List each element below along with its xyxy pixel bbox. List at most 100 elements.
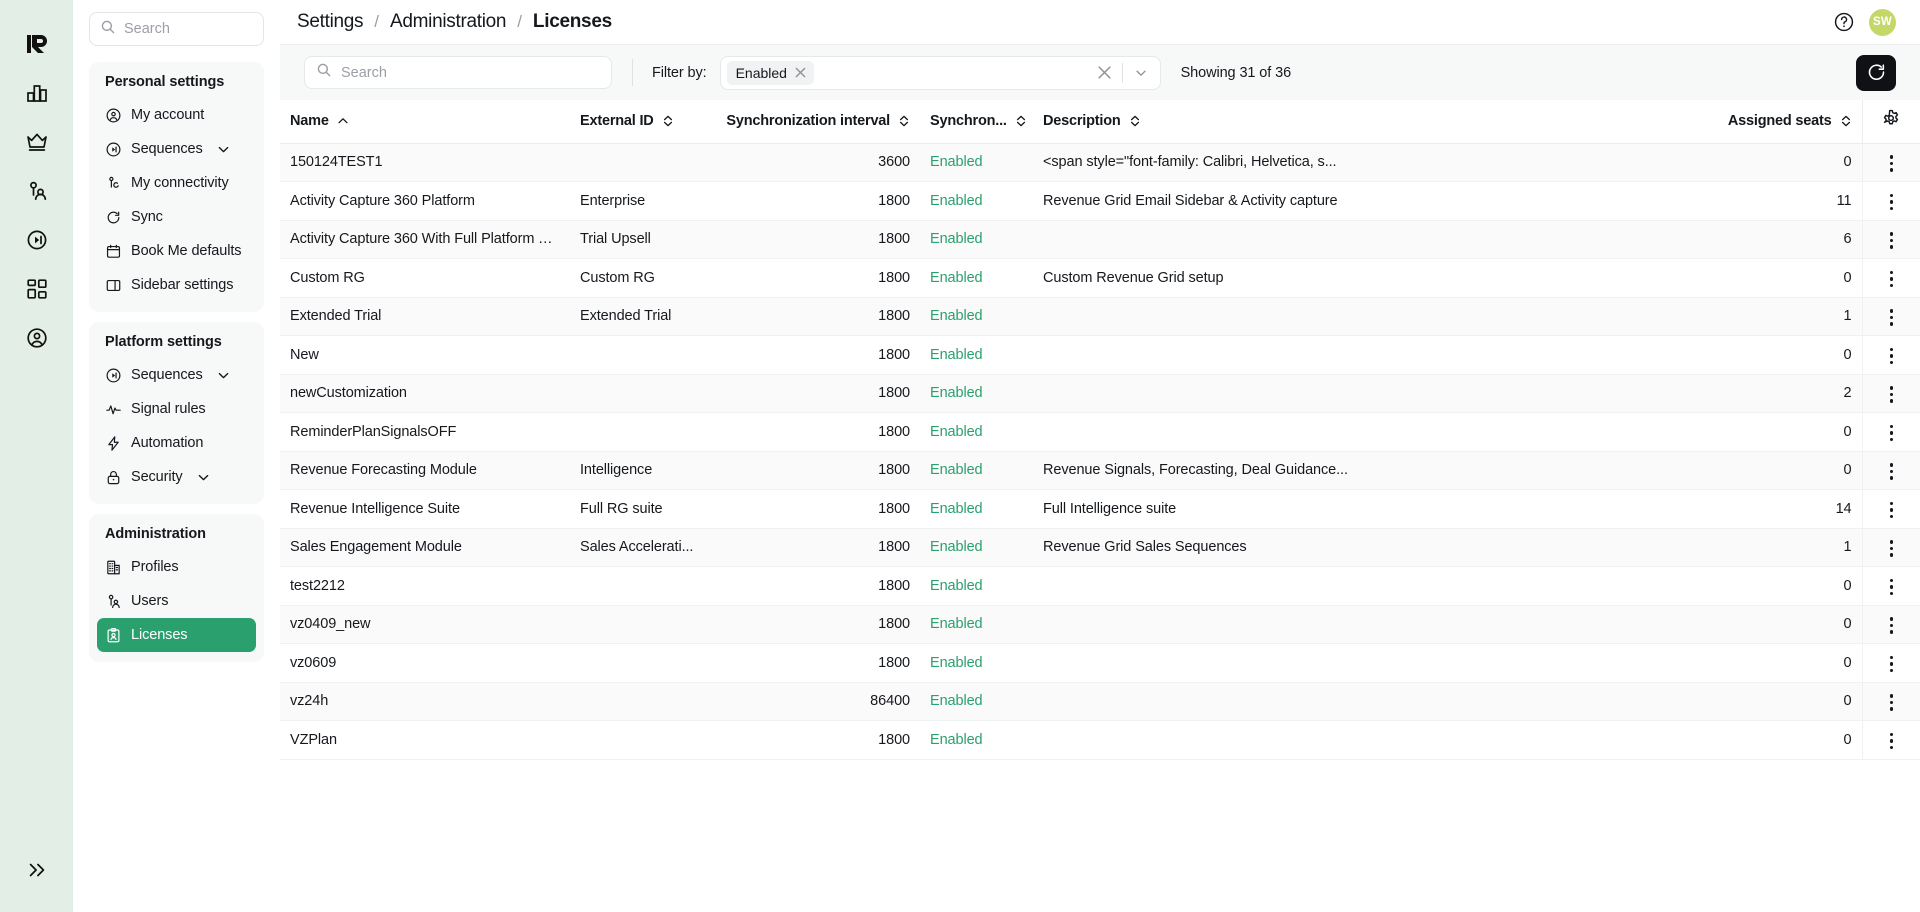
sidebar-item-label: Sidebar settings — [131, 277, 234, 293]
sidebar-item-label: My connectivity — [131, 175, 229, 191]
cell-name: test2212 — [280, 566, 570, 606]
kebab-menu-icon[interactable] — [1876, 380, 1907, 408]
table-row[interactable]: test2212 1800 Enabled 0 — [280, 566, 1920, 606]
kebab-menu-icon[interactable] — [1876, 226, 1907, 254]
table-row[interactable]: ReminderPlanSignalsOFF 1800 Enabled 0 — [280, 412, 1920, 452]
kebab-menu-icon[interactable] — [1876, 573, 1907, 601]
sort-icon[interactable] — [898, 114, 910, 128]
sidebar-item-sequences[interactable]: Sequences — [97, 358, 256, 392]
help-circle-icon[interactable] — [1833, 11, 1855, 33]
people-icon[interactable] — [15, 169, 59, 213]
cell-name: Activity Capture 360 Platform — [280, 181, 570, 221]
kebab-menu-icon[interactable] — [1876, 419, 1907, 447]
table-row[interactable]: 150124TEST1 3600 Enabled <span style="font-… — [280, 143, 1920, 182]
sidebar-search-input[interactable] — [124, 21, 253, 37]
sidebar-item-users[interactable]: Users — [97, 584, 256, 618]
user-circle-icon — [105, 107, 122, 124]
sidebar-item-sidebar-settings[interactable]: Sidebar settings — [97, 268, 256, 302]
analytics-icon[interactable] — [15, 71, 59, 115]
row-actions-cell — [1861, 528, 1920, 567]
sidebar-item-label: Sequences — [131, 141, 203, 157]
sidebar-item-signal-rules[interactable]: Signal rules — [97, 392, 256, 426]
apps-icon[interactable] — [15, 267, 59, 311]
sidebar-item-my-account[interactable]: My account — [97, 98, 256, 132]
cell-ext — [570, 605, 705, 644]
sidebar-item-security[interactable]: Security — [97, 460, 256, 494]
kebab-menu-icon[interactable] — [1876, 727, 1907, 755]
clear-filters-icon[interactable] — [1091, 65, 1118, 80]
kebab-menu-icon[interactable] — [1876, 457, 1907, 485]
kebab-menu-icon[interactable] — [1876, 496, 1907, 524]
kebab-menu-icon[interactable] — [1876, 149, 1907, 177]
chevron-down-icon[interactable] — [216, 142, 231, 157]
breadcrumb-item-administration[interactable]: Administration — [390, 11, 506, 33]
table-row[interactable]: newCustomization 1800 Enabled 2 — [280, 374, 1920, 413]
kebab-menu-icon[interactable] — [1876, 303, 1907, 331]
sidebar-search[interactable] — [89, 12, 264, 46]
column-header-status[interactable]: Synchron... — [920, 100, 1033, 144]
column-header-desc[interactable]: Description — [1033, 100, 1692, 144]
kebab-menu-icon[interactable] — [1876, 188, 1907, 216]
table-row[interactable]: vz0609 1800 Enabled 0 — [280, 643, 1920, 683]
table-row[interactable]: Custom RG Custom RG 1800 Enabled Custom Reve… — [280, 258, 1920, 298]
sidebar-item-licenses[interactable]: Licenses — [97, 618, 256, 652]
sort-icon[interactable] — [1129, 114, 1141, 128]
table-row[interactable]: vz24h 86400 Enabled 0 — [280, 682, 1920, 721]
kebab-menu-icon[interactable] — [1876, 611, 1907, 639]
sort-ascending-icon[interactable] — [337, 115, 349, 127]
table-row[interactable]: Revenue Intelligence Suite Full RG suite 1… — [280, 489, 1920, 529]
cell-name: ReminderPlanSignalsOFF — [280, 412, 570, 452]
sidebar-item-profiles[interactable]: Profiles — [97, 550, 256, 584]
table-row[interactable]: Activity Capture 360 Platform Enterprise 1… — [280, 181, 1920, 221]
rail-collapse-button[interactable] — [17, 850, 57, 890]
sidebar-group-administration: Administration Profiles Users Licenses — [89, 514, 264, 662]
table-row[interactable]: Activity Capture 360 With Full Platform … — [280, 220, 1920, 259]
gear-icon[interactable] — [1880, 108, 1902, 134]
sort-icon[interactable] — [1015, 114, 1027, 128]
sidebar-item-sequences[interactable]: Sequences — [97, 132, 256, 166]
account-icon[interactable] — [15, 316, 59, 360]
sidebar-item-book-me-defaults[interactable]: Book Me defaults — [97, 234, 256, 268]
refresh-button[interactable] — [1856, 54, 1896, 91]
table-search-input[interactable] — [341, 64, 600, 81]
kebab-menu-icon[interactable] — [1876, 342, 1907, 370]
sort-icon[interactable] — [662, 114, 674, 128]
table-row[interactable]: Extended Trial Extended Trial 1800 Enabled 1 — [280, 297, 1920, 336]
cell-desc — [1033, 682, 1692, 721]
sidebar-item-my-connectivity[interactable]: My connectivity — [97, 166, 256, 200]
kebab-menu-icon[interactable] — [1876, 534, 1907, 562]
table-row[interactable]: vz0409_new 1800 Enabled 0 — [280, 605, 1920, 644]
users-icon — [105, 593, 122, 610]
chevron-down-icon[interactable] — [216, 368, 231, 383]
sidebar-item-automation[interactable]: Automation — [97, 426, 256, 460]
avatar[interactable]: SW — [1869, 8, 1896, 36]
chevron-down-icon[interactable] — [196, 470, 211, 485]
kebab-menu-icon[interactable] — [1876, 650, 1907, 678]
table-row[interactable]: Revenue Forecasting Module Intelligence 18… — [280, 451, 1920, 490]
column-header-name[interactable]: Name — [280, 100, 570, 144]
sort-icon[interactable] — [1840, 114, 1852, 128]
table-row[interactable]: VZPlan 1800 Enabled 0 — [280, 720, 1920, 760]
kebab-menu-icon[interactable] — [1876, 688, 1907, 716]
kebab-menu-icon[interactable] — [1876, 265, 1907, 293]
table-row[interactable]: Sales Engagement Module Sales Accelerati.… — [280, 528, 1920, 567]
breadcrumb-item-settings[interactable]: Settings — [297, 11, 364, 33]
sidebar-item-sync[interactable]: Sync — [97, 200, 256, 234]
table-row[interactable]: New 1800 Enabled 0 — [280, 335, 1920, 375]
column-header-ext[interactable]: External ID — [570, 100, 705, 144]
logo-icon[interactable] — [15, 22, 59, 66]
table-search[interactable] — [304, 56, 612, 89]
cell-status: Enabled — [920, 605, 1033, 644]
filter-chip-enabled[interactable]: Enabled — [726, 60, 814, 85]
chevron-down-icon[interactable] — [1127, 66, 1155, 80]
sequences-icon[interactable] — [15, 218, 59, 262]
cell-sync: 86400 — [705, 682, 920, 721]
cell-desc — [1033, 297, 1692, 336]
close-icon[interactable] — [794, 66, 807, 79]
sidebar-item-label: Profiles — [131, 559, 179, 575]
column-header-seats[interactable]: Assigned seats — [1692, 100, 1862, 144]
column-header-sync[interactable]: Synchronization interval — [705, 100, 920, 144]
crown-icon[interactable] — [15, 120, 59, 164]
filter-control[interactable]: Enabled — [719, 55, 1161, 90]
cell-seats: 0 — [1692, 143, 1862, 182]
